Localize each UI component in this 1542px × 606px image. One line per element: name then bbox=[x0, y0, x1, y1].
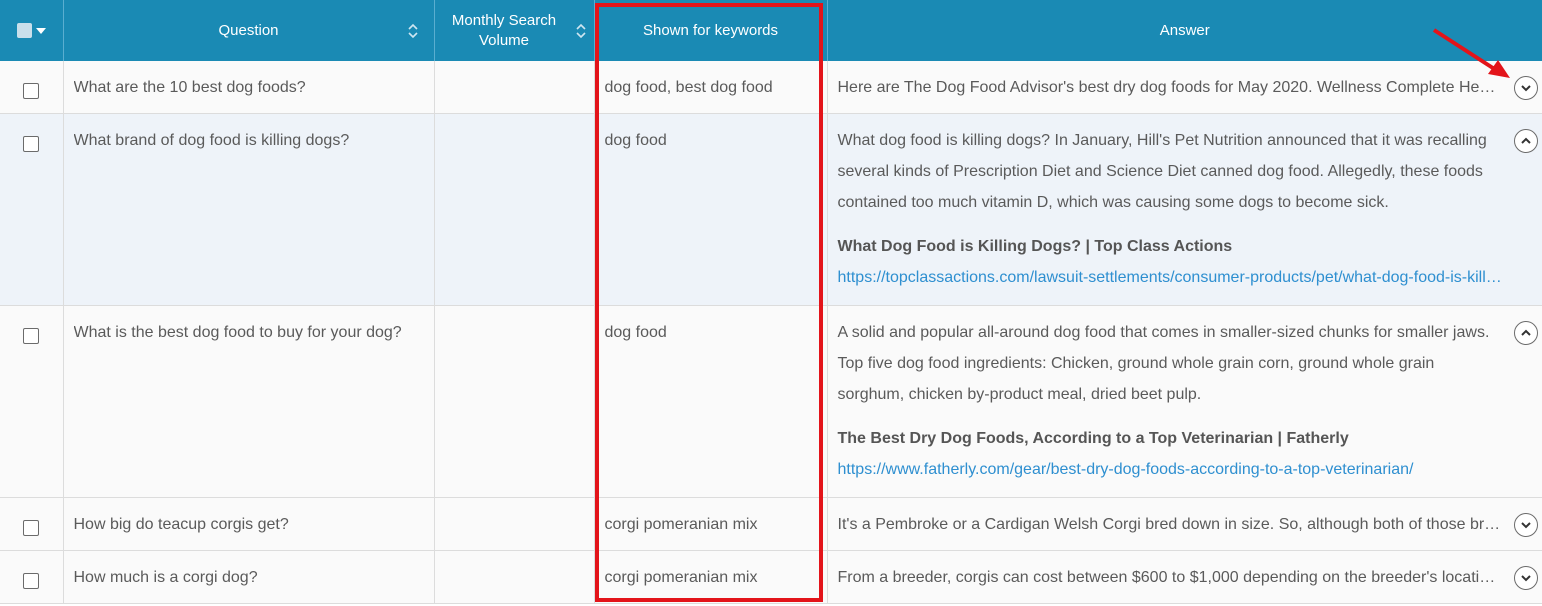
volume-cell bbox=[434, 305, 595, 498]
keywords-cell: dog food, best dog food bbox=[594, 61, 828, 114]
answer-cell: A solid and popular all-around dog food … bbox=[827, 305, 1542, 498]
table-row: How big do teacup corgis get? corgi pome… bbox=[0, 497, 1542, 551]
answer-cell: Here are The Dog Food Advisor's best dry… bbox=[827, 61, 1542, 114]
volume-cell bbox=[434, 113, 595, 306]
volume-cell bbox=[434, 550, 595, 604]
expand-toggle[interactable] bbox=[1514, 513, 1538, 537]
question-cell: What brand of dog food is killing dogs? bbox=[63, 113, 435, 306]
source-link[interactable]: https://www.fatherly.com/gear/best-dry-d… bbox=[838, 454, 1503, 485]
select-all-checkbox[interactable] bbox=[16, 23, 32, 38]
answer-cell: It's a Pembroke or a Cardigan Welsh Corg… bbox=[827, 497, 1542, 551]
keywords-header-label: Shown for keywords bbox=[642, 21, 779, 39]
header-row: Question Monthly Search Volume Shown for… bbox=[0, 0, 1542, 61]
table-row: What are the 10 best dog foods? dog food… bbox=[0, 61, 1542, 114]
expand-toggle[interactable] bbox=[1514, 76, 1538, 100]
answer-text: A solid and popular all-around dog food … bbox=[837, 324, 1490, 403]
source-title: The Best Dry Dog Foods, According to a T… bbox=[837, 430, 1349, 447]
answer-text: From a breeder, corgis can cost between … bbox=[837, 569, 1503, 586]
row-checkbox[interactable] bbox=[23, 520, 40, 536]
keywords-header: Shown for keywords bbox=[594, 0, 828, 61]
volume-header[interactable]: Monthly Search Volume bbox=[434, 0, 595, 61]
volume-cell bbox=[434, 61, 595, 114]
chevron-up-icon bbox=[1521, 329, 1531, 336]
keywords-cell: corgi pomeranian mix bbox=[594, 550, 828, 604]
answer-text: Here are The Dog Food Advisor's best dry… bbox=[837, 79, 1503, 96]
questions-table: Question Monthly Search Volume Shown for… bbox=[0, 0, 1542, 604]
chevron-up-icon bbox=[1521, 137, 1531, 144]
keywords-cell: dog food bbox=[594, 305, 828, 498]
source-link[interactable]: https://topclassactions.com/lawsuit-sett… bbox=[838, 262, 1503, 293]
answer-text: It's a Pembroke or a Cardigan Welsh Corg… bbox=[837, 516, 1503, 533]
table-row: What brand of dog food is killing dogs? … bbox=[0, 113, 1542, 306]
expand-toggle[interactable] bbox=[1514, 566, 1538, 590]
row-select-cell bbox=[0, 113, 64, 306]
answer-header: Answer bbox=[827, 0, 1542, 61]
question-cell: What is the best dog food to buy for you… bbox=[63, 305, 435, 498]
collapse-toggle[interactable] bbox=[1514, 129, 1538, 153]
row-select-cell bbox=[0, 550, 64, 604]
caret-down-icon[interactable] bbox=[35, 27, 46, 34]
sort-icon[interactable] bbox=[575, 22, 586, 40]
question-header-label: Question bbox=[218, 21, 279, 39]
select-all-header[interactable] bbox=[0, 0, 64, 61]
chevron-down-icon bbox=[1521, 575, 1531, 582]
question-cell: How big do teacup corgis get? bbox=[63, 497, 435, 551]
row-checkbox[interactable] bbox=[23, 573, 40, 589]
row-checkbox[interactable] bbox=[23, 83, 40, 99]
chevron-down-icon bbox=[1521, 85, 1531, 92]
question-header[interactable]: Question bbox=[63, 0, 435, 61]
keywords-cell: dog food bbox=[594, 113, 828, 306]
row-select-cell bbox=[0, 497, 64, 551]
question-cell: What are the 10 best dog foods? bbox=[63, 61, 435, 114]
table-row: What is the best dog food to buy for you… bbox=[0, 305, 1542, 498]
answer-cell: From a breeder, corgis can cost between … bbox=[827, 550, 1542, 604]
row-checkbox[interactable] bbox=[23, 328, 40, 344]
table-row: How much is a corgi dog? corgi pomerania… bbox=[0, 550, 1542, 604]
collapse-toggle[interactable] bbox=[1514, 321, 1538, 345]
chevron-down-icon bbox=[1521, 522, 1531, 529]
keywords-cell: corgi pomeranian mix bbox=[594, 497, 828, 551]
row-checkbox[interactable] bbox=[23, 136, 40, 152]
answer-header-label: Answer bbox=[1159, 21, 1210, 39]
answer-text: What dog food is killing dogs? In Januar… bbox=[837, 132, 1487, 211]
answer-cell: What dog food is killing dogs? In Januar… bbox=[827, 113, 1542, 306]
source-title: What Dog Food is Killing Dogs? | Top Cla… bbox=[837, 238, 1233, 255]
question-cell: How much is a corgi dog? bbox=[63, 550, 435, 604]
volume-header-label: Monthly Search Volume bbox=[451, 11, 557, 49]
volume-cell bbox=[434, 497, 595, 551]
row-select-cell bbox=[0, 305, 64, 498]
sort-icon[interactable] bbox=[407, 22, 418, 40]
row-select-cell bbox=[0, 61, 64, 114]
